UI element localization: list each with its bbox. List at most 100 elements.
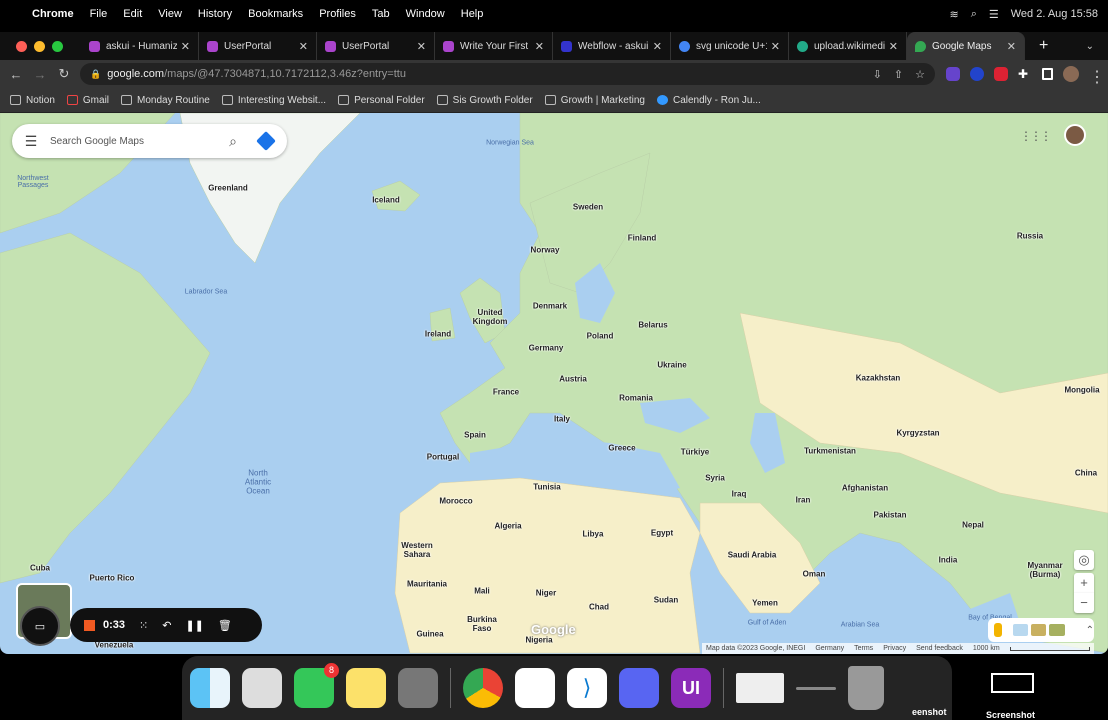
map-label[interactable]: Kyrgyzstan <box>896 429 939 438</box>
tab[interactable]: Webflow - askui ✕ <box>553 32 671 60</box>
region-link[interactable]: Germany <box>815 645 844 652</box>
map-label[interactable]: Western Sahara <box>397 541 437 559</box>
map-label[interactable]: Burkina Faso <box>465 615 499 633</box>
chrome-window-thumbnail[interactable] <box>736 673 784 703</box>
map-label[interactable]: Turkmenistan <box>804 447 856 456</box>
map-label[interactable]: Tunisia <box>533 483 560 492</box>
menu-edit[interactable]: Edit <box>115 8 150 20</box>
close-tab-icon[interactable]: ✕ <box>653 40 662 53</box>
wifi-icon[interactable]: ≋ <box>949 8 958 21</box>
map-label[interactable]: Romania <box>619 394 653 403</box>
map-label[interactable]: Iceland <box>372 196 400 205</box>
facetime-icon[interactable]: 8 <box>294 663 339 708</box>
map-label[interactable]: Sweden <box>573 203 603 212</box>
new-tab-button[interactable]: + <box>1039 37 1048 55</box>
close-tab-icon[interactable]: ✕ <box>417 40 426 53</box>
map-label[interactable]: Syria <box>705 474 725 483</box>
bookmark-star-icon[interactable]: ☆ <box>915 68 925 81</box>
map-label[interactable]: Niger <box>536 589 556 598</box>
tab[interactable]: upload.wikimedia ✕ <box>789 32 907 60</box>
layer-tile[interactable] <box>1030 624 1047 636</box>
menu-profiles[interactable]: Profiles <box>311 8 364 20</box>
map-label[interactable]: Türkiye <box>681 448 709 457</box>
bookmark-gmail[interactable]: Gmail <box>66 95 109 106</box>
map-label[interactable]: China <box>1075 469 1097 478</box>
scale-label[interactable]: 1000 km <box>973 645 1000 652</box>
search-box[interactable]: ☰ Search Google Maps ⌕ <box>12 124 287 158</box>
camera-button[interactable]: ▭ <box>20 606 60 646</box>
map-label[interactable]: Guinea <box>416 630 443 639</box>
send-feedback-link[interactable]: Send feedback <box>916 645 963 652</box>
close-tab-icon[interactable]: ✕ <box>299 40 308 53</box>
minimize-window-button[interactable] <box>34 40 45 52</box>
askui-icon[interactable]: UI <box>671 668 711 708</box>
map-label[interactable]: Portugal <box>427 453 459 462</box>
map-label[interactable]: Iran <box>796 496 811 505</box>
menu-app[interactable]: Chrome <box>24 8 82 20</box>
notes-icon[interactable] <box>346 668 386 708</box>
bookmark-calendly[interactable]: Calendly - Ron Ju... <box>656 95 761 106</box>
map-label[interactable]: Morocco <box>439 497 472 506</box>
directions-icon[interactable] <box>256 131 276 151</box>
tab-google-maps[interactable]: Google Maps ✕ <box>907 32 1025 60</box>
expand-chevron-icon[interactable]: ⌃ <box>1086 625 1094 636</box>
trash-bin-icon[interactable] <box>848 666 884 710</box>
map-label[interactable]: Austria <box>559 375 587 384</box>
map-label[interactable]: Iraq <box>732 490 747 499</box>
terms-link[interactable]: Terms <box>854 645 873 652</box>
address-bar[interactable]: 🔒 google.com/maps/@47.7304871,10.7172112… <box>80 63 935 85</box>
close-tab-icon[interactable]: ✕ <box>771 40 780 53</box>
map-label[interactable]: Cuba <box>30 564 50 573</box>
undo-icon[interactable]: ↶ <box>162 619 171 632</box>
privacy-link[interactable]: Privacy <box>883 645 906 652</box>
map-label[interactable]: Afghanistan <box>842 484 888 493</box>
map-label[interactable]: Kazakhstan <box>856 374 900 383</box>
puzzle-icon[interactable]: ✚ <box>1018 67 1032 81</box>
discord-icon[interactable] <box>619 668 659 708</box>
bookmark-folder[interactable]: Monday Routine <box>121 95 210 106</box>
my-location-button[interactable]: ◎ <box>1074 550 1094 570</box>
map-label[interactable]: Denmark <box>533 302 567 311</box>
close-tab-icon[interactable]: ✕ <box>181 40 190 53</box>
bookmark-folder[interactable]: Growth | Marketing <box>544 95 645 106</box>
vscode-icon[interactable]: ⟩ <box>567 668 607 708</box>
slack-icon[interactable] <box>515 668 555 708</box>
map-label[interactable]: Spain <box>464 431 486 440</box>
map-label[interactable]: Ireland <box>425 330 451 339</box>
extension-icon[interactable] <box>970 67 984 81</box>
forward-button[interactable]: → <box>28 67 52 82</box>
tab[interactable]: UserPortal ✕ <box>199 32 317 60</box>
map-label[interactable]: Puerto Rico <box>90 574 135 583</box>
map-label[interactable]: Egypt <box>651 529 673 538</box>
share-icon[interactable]: ⇧ <box>894 68 903 81</box>
map-label[interactable]: Myanmar (Burma) <box>1020 561 1070 579</box>
map-label[interactable]: Italy <box>554 415 570 424</box>
menu-bookmarks[interactable]: Bookmarks <box>240 8 311 20</box>
pegman-icon[interactable] <box>994 623 1002 637</box>
tab[interactable]: svg unicode U+1F ✕ <box>671 32 789 60</box>
map-label[interactable]: Norway <box>531 246 560 255</box>
map-label[interactable]: Germany <box>529 344 564 353</box>
zoom-in-button[interactable]: + <box>1074 573 1094 593</box>
profile-avatar[interactable] <box>1063 66 1079 82</box>
map-label[interactable]: Ukraine <box>657 361 686 370</box>
search-icon[interactable]: ⌕ <box>229 133 237 150</box>
sidebar-icon[interactable] <box>1042 68 1053 80</box>
hamburger-menu-icon[interactable]: ☰ <box>12 133 50 150</box>
tab-search-chevron-icon[interactable]: ⌄ <box>1086 41 1094 52</box>
bookmark-folder[interactable]: Sis Growth Folder <box>436 95 533 106</box>
bookmark-folder[interactable]: Interesting Websit... <box>221 95 326 106</box>
menu-history[interactable]: History <box>190 8 240 20</box>
close-window-button[interactable] <box>16 40 27 52</box>
back-button[interactable]: ← <box>4 67 28 82</box>
menu-view[interactable]: View <box>150 8 190 20</box>
menu-file[interactable]: File <box>82 8 116 20</box>
map-canvas[interactable]: Greenland Iceland Sweden Finland Norway … <box>0 113 1108 654</box>
close-tab-icon[interactable]: ✕ <box>535 40 544 53</box>
menu-help[interactable]: Help <box>453 8 492 20</box>
map-label[interactable]: Nepal <box>962 521 984 530</box>
map-label[interactable]: Chad <box>589 603 609 612</box>
map-label[interactable]: Greenland <box>208 184 248 193</box>
pause-icon[interactable]: ❚❚ <box>185 619 203 632</box>
bookmark-notion[interactable]: Notion <box>10 95 55 106</box>
